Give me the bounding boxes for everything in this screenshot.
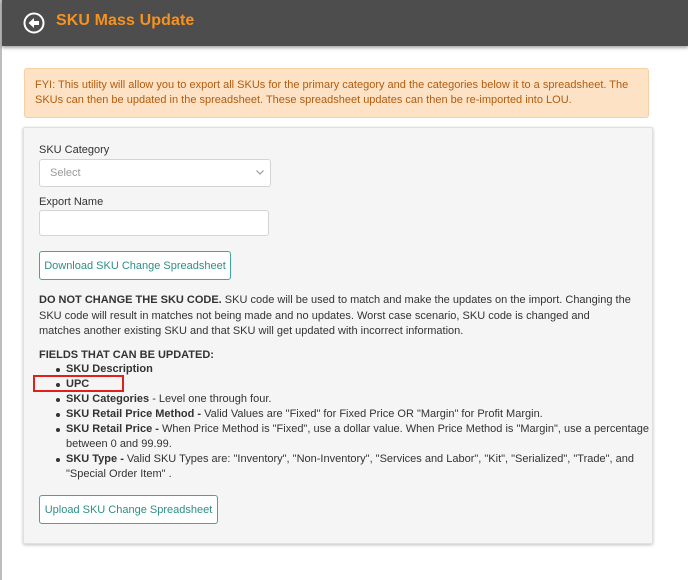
field-description: Valid SKU Types are: "Inventory", "Non-I… [66, 453, 634, 480]
list-item: UPC [56, 377, 656, 392]
sku-category-select[interactable]: Select [39, 159, 271, 187]
sku-category-label: SKU Category [39, 144, 110, 156]
fyi-alert: FYI: This utility will allow you to expo… [24, 68, 649, 118]
upc-highlight-box [33, 375, 124, 392]
list-item: SKU Type - Valid SKU Types are: "Invento… [56, 452, 656, 482]
sku-category-selected-value: Select [50, 167, 81, 179]
field-name: SKU Type - [66, 453, 124, 465]
list-item: SKU Retail Price Method - Valid Values a… [56, 407, 656, 422]
list-item: SKU Categories - Level one through four. [56, 392, 656, 407]
field-description: Valid Values are "Fixed" for Fixed Price… [201, 408, 543, 420]
sku-update-panel: SKU Category Select Export Name Download… [23, 127, 653, 544]
download-spreadsheet-button[interactable]: Download SKU Change Spreadsheet [39, 251, 231, 280]
list-item: SKU Retail Price - When Price Method is … [56, 422, 656, 452]
app-header: SKU Mass Update [2, 0, 688, 46]
upload-spreadsheet-button[interactable]: Upload SKU Change Spreadsheet [39, 495, 218, 524]
warning-bold-text: DO NOT CHANGE THE SKU CODE. [39, 294, 222, 306]
field-description: - Level one through four. [149, 393, 272, 405]
updatable-fields-title: FIELDS THAT CAN BE UPDATED: [39, 349, 214, 361]
list-item: SKU Description [56, 362, 656, 377]
page-title: SKU Mass Update [56, 12, 195, 29]
back-arrow-icon[interactable] [23, 12, 45, 34]
field-name: SKU Description [66, 363, 153, 375]
export-name-label: Export Name [39, 196, 104, 208]
left-border [0, 0, 2, 580]
field-name: SKU Categories [66, 393, 150, 405]
updatable-fields-list: SKU Description UPC SKU Categories - Lev… [39, 362, 656, 482]
field-name: SKU Retail Price - [66, 423, 159, 435]
export-name-input[interactable] [39, 210, 269, 236]
sku-code-warning: DO NOT CHANGE THE SKU CODE. SKU code wil… [39, 293, 634, 340]
chevron-down-icon [256, 170, 264, 175]
field-name: SKU Retail Price Method - [66, 408, 202, 420]
